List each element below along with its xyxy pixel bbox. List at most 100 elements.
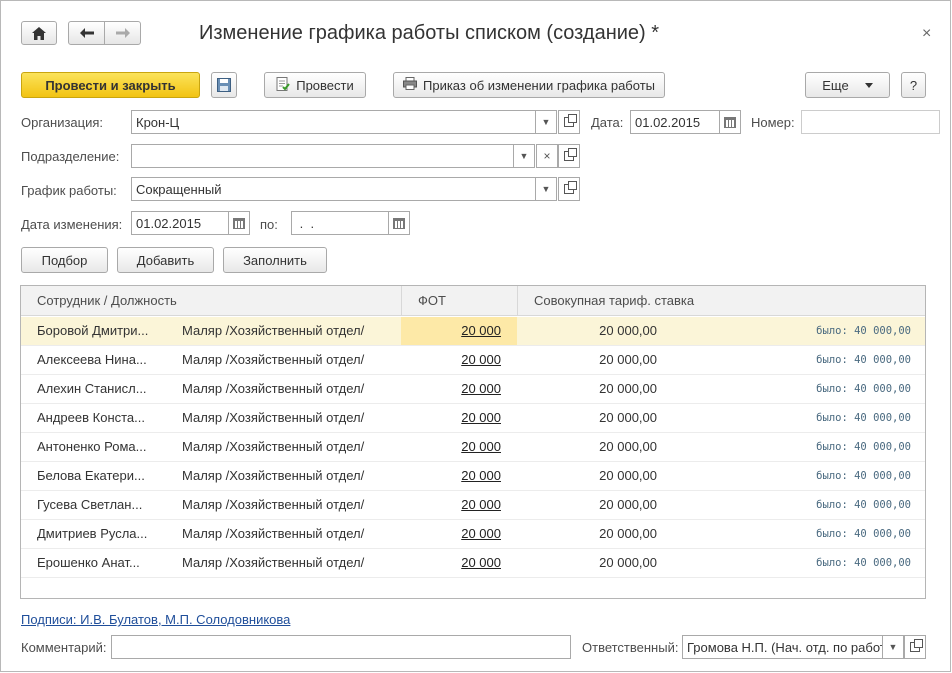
position-cell: Маляр /Хозяйственный отдел/ <box>182 497 365 512</box>
previous-value-cell: было: 40 000,00 <box>816 528 911 540</box>
dropdown-arrow-icon: ▼ <box>888 642 898 652</box>
position-cell: Маляр /Хозяйственный отдел/ <box>182 381 365 396</box>
add-button[interactable]: Добавить <box>117 247 214 273</box>
position-cell: Маляр /Хозяйственный отдел/ <box>182 468 365 483</box>
number-label: Номер: <box>751 115 795 130</box>
tarif-cell: 20 000,00 <box>599 410 657 425</box>
employee-name-cell: Алехин Станисл... <box>37 381 147 396</box>
table-row[interactable]: Алексеева Нина... Маляр /Хозяйственный от… <box>21 346 925 375</box>
fot-cell[interactable]: 20 000 <box>401 491 501 519</box>
dropdown-arrow-icon: ▼ <box>519 151 529 161</box>
table-row[interactable]: Белова Екатери... Маляр /Хозяйственный от… <box>21 462 925 491</box>
table-row[interactable]: Алехин Станисл... Маляр /Хозяйственный от… <box>21 375 925 404</box>
to-date-calendar-button[interactable] <box>388 211 410 235</box>
print-order-button[interactable]: Приказ об изменении графика работы <box>393 72 665 98</box>
employee-name-cell: Белова Екатери... <box>37 468 145 483</box>
help-button[interactable]: ? <box>901 72 926 98</box>
number-input[interactable] <box>801 110 940 134</box>
date-calendar-button[interactable] <box>719 110 741 134</box>
schedule-label: График работы: <box>21 183 117 198</box>
back-button[interactable] <box>68 21 105 45</box>
previous-value-cell: было: 40 000,00 <box>816 325 911 337</box>
table-row[interactable]: Ерошенко Анат... Маляр /Хозяйственный отд… <box>21 549 925 578</box>
responsible-dropdown-button[interactable]: ▼ <box>882 635 904 659</box>
date-label: Дата: <box>591 115 624 130</box>
schedule-open-button[interactable] <box>558 177 580 201</box>
org-input[interactable]: Крон-Ц <box>131 110 536 134</box>
org-dropdown-button[interactable]: ▼ <box>535 110 557 134</box>
post-button[interactable]: Провести <box>264 72 366 98</box>
change-date-input[interactable]: 01.02.2015 <box>131 211 229 235</box>
header-employee[interactable]: Сотрудник / Должность <box>21 286 401 316</box>
fot-cell[interactable]: 20 000 <box>401 375 501 403</box>
employee-name-cell: Гусева Светлан... <box>37 497 143 512</box>
change-date-calendar-button[interactable] <box>228 211 250 235</box>
tarif-cell: 20 000,00 <box>599 352 657 367</box>
open-icon <box>910 639 923 652</box>
comment-label: Комментарий: <box>21 640 107 655</box>
employee-name-cell: Антоненко Рома... <box>37 439 147 454</box>
previous-value-cell: было: 40 000,00 <box>816 383 911 395</box>
dept-input[interactable] <box>131 144 514 168</box>
home-button[interactable] <box>21 21 57 45</box>
fot-cell[interactable]: 20 000 <box>401 433 501 461</box>
employees-table[interactable]: Сотрудник / Должность ФОТ Совокупная тар… <box>20 285 926 599</box>
tarif-cell: 20 000,00 <box>599 526 657 541</box>
table-row[interactable]: Дмитриев Русла... Маляр /Хозяйственный от… <box>21 520 925 549</box>
fot-cell[interactable]: 20 000 <box>401 462 501 490</box>
header-tarif[interactable]: Совокупная тариф. ставка <box>517 286 925 316</box>
employee-name-cell: Боровой Дмитри... <box>37 323 149 338</box>
to-date-input[interactable]: . . <box>291 211 389 235</box>
home-icon <box>32 26 46 40</box>
previous-value-cell: было: 40 000,00 <box>816 499 911 511</box>
tarif-cell: 20 000,00 <box>599 439 657 454</box>
fot-cell[interactable]: 20 000 <box>401 520 501 548</box>
calendar-icon <box>233 217 245 229</box>
tarif-cell: 20 000,00 <box>599 555 657 570</box>
fot-cell[interactable]: 20 000 <box>401 549 501 577</box>
previous-value-cell: было: 40 000,00 <box>816 470 911 482</box>
clear-icon: × <box>543 149 551 163</box>
employee-name-cell: Дмитриев Русла... <box>37 526 148 541</box>
tarif-cell: 20 000,00 <box>599 381 657 396</box>
schedule-input[interactable]: Сокращенный <box>131 177 536 201</box>
dept-clear-button[interactable]: × <box>536 144 558 168</box>
employee-name-cell: Андреев Конста... <box>37 410 145 425</box>
close-icon[interactable]: × <box>922 25 931 43</box>
fill-button[interactable]: Заполнить <box>223 247 327 273</box>
tarif-cell: 20 000,00 <box>599 468 657 483</box>
table-row[interactable]: Андреев Конста... Маляр /Хозяйственный от… <box>21 404 925 433</box>
position-cell: Маляр /Хозяйственный отдел/ <box>182 555 365 570</box>
dept-dropdown-button[interactable]: ▼ <box>513 144 535 168</box>
document-window: Изменение графика работы списком (создан… <box>0 0 951 672</box>
post-button-label: Провести <box>296 77 354 93</box>
signatures-link[interactable]: Подписи: И.В. Булатов, М.П. Солодовников… <box>21 612 290 627</box>
dept-open-button[interactable] <box>558 144 580 168</box>
save-button[interactable] <box>211 72 237 98</box>
fot-cell[interactable]: 20 000 <box>401 317 501 345</box>
post-and-close-button[interactable]: Провести и закрыть <box>21 72 200 98</box>
org-open-button[interactable] <box>558 110 580 134</box>
pick-button[interactable]: Подбор <box>21 247 108 273</box>
responsible-input[interactable]: Громова Н.П. (Нач. отд. по работ <box>682 635 883 659</box>
schedule-dropdown-button[interactable]: ▼ <box>535 177 557 201</box>
table-row[interactable]: Антоненко Рома... Маляр /Хозяйственный от… <box>21 433 925 462</box>
table-row[interactable]: Гусева Светлан... Маляр /Хозяйственный от… <box>21 491 925 520</box>
save-icon <box>217 78 231 92</box>
post-document-icon <box>276 76 291 94</box>
printer-icon <box>403 77 417 93</box>
forward-button[interactable] <box>104 21 141 45</box>
previous-value-cell: было: 40 000,00 <box>816 354 911 366</box>
fot-cell[interactable]: 20 000 <box>401 346 501 374</box>
responsible-open-button[interactable] <box>904 635 926 659</box>
comment-input[interactable] <box>111 635 571 659</box>
employee-name-cell: Ерошенко Анат... <box>37 555 140 570</box>
position-cell: Маляр /Хозяйственный отдел/ <box>182 352 365 367</box>
table-row[interactable]: Боровой Дмитри... Маляр /Хозяйственный от… <box>21 317 925 346</box>
date-input[interactable]: 01.02.2015 <box>630 110 720 134</box>
org-label: Организация: <box>21 115 104 130</box>
header-fot[interactable]: ФОТ <box>401 286 517 316</box>
open-icon <box>564 181 577 194</box>
more-button[interactable]: Еще <box>805 72 890 98</box>
fot-cell[interactable]: 20 000 <box>401 404 501 432</box>
